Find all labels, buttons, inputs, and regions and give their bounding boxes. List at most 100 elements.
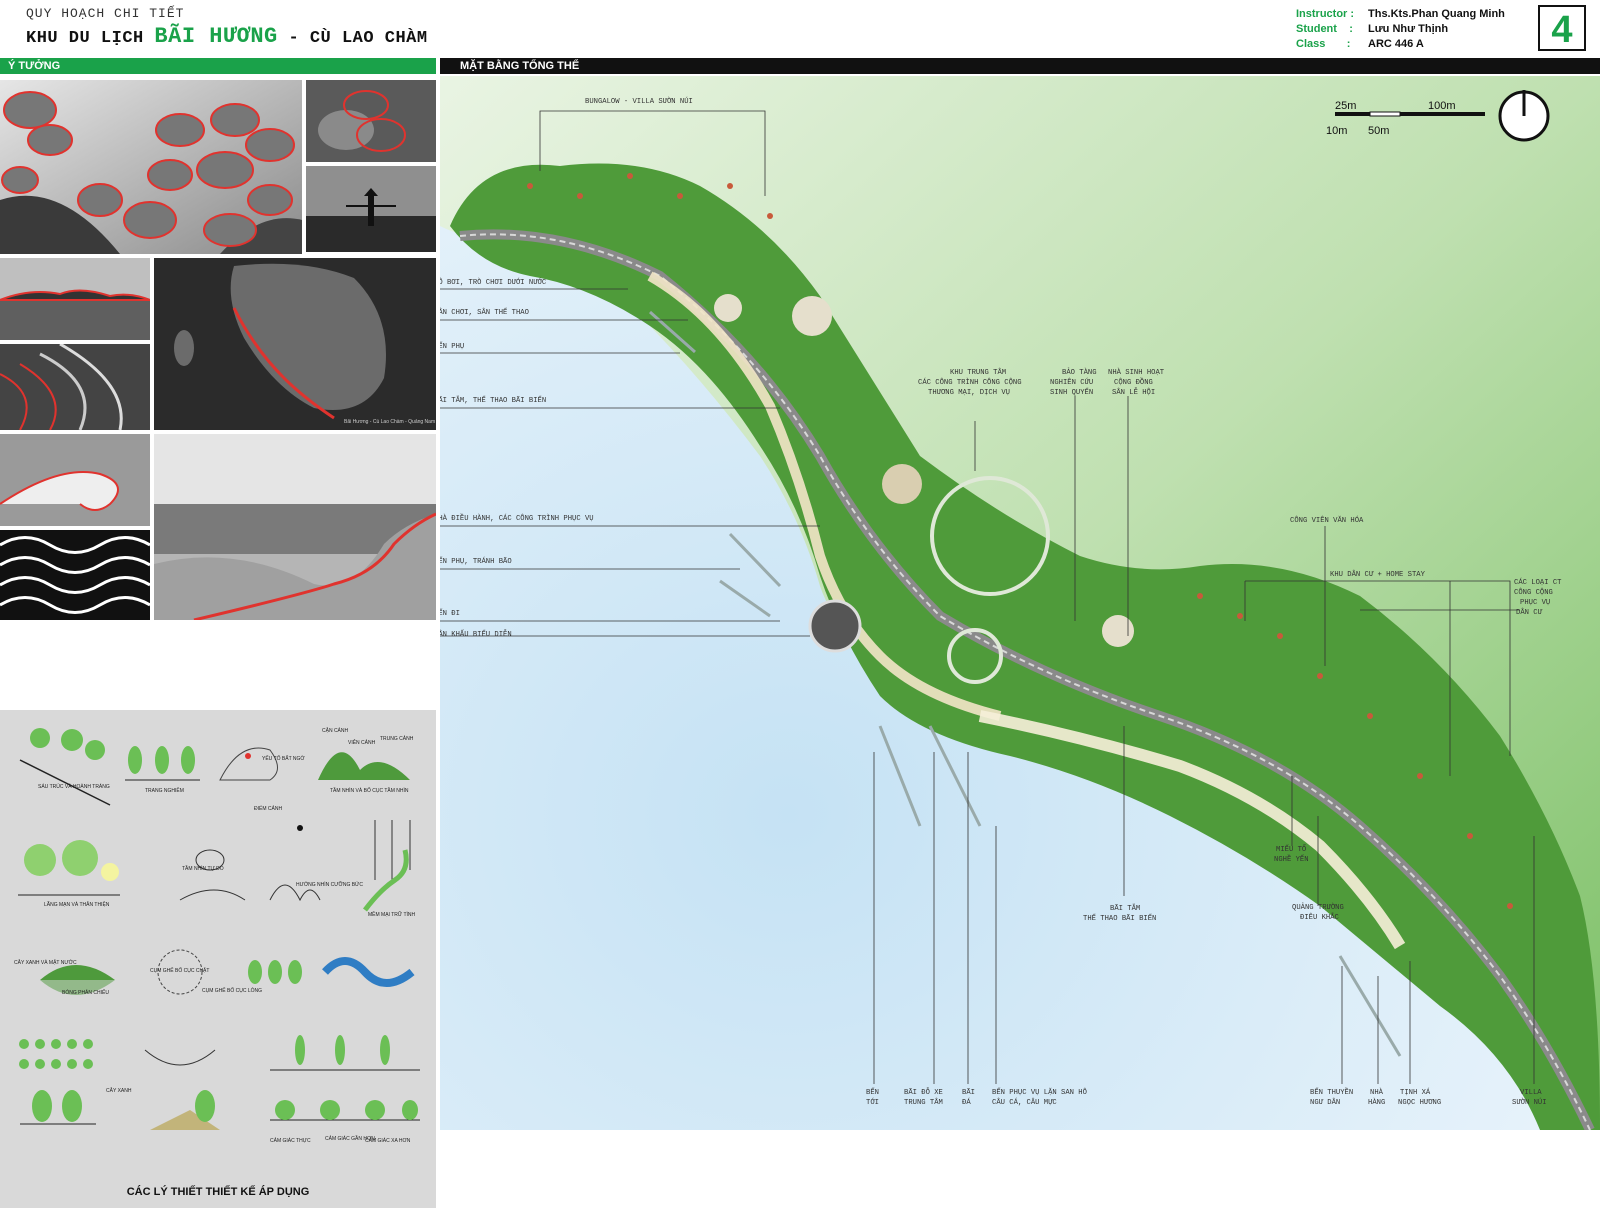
label-bo-cuc-tam-nhin: TẦM NHÌN VÀ BỐ CỤC TẦM NHÌN [330, 787, 409, 794]
label-lang-man: LÃNG MẠN VÀ THÂN THIỆN [44, 900, 110, 908]
design-principles-panel: SÁU TRÚC VÀ HOÀNH TRÁNG TRANG NGHIÊM YẾU… [0, 710, 436, 1208]
label-cay-xanh: CÂY XANH [106, 1087, 132, 1094]
label-thuong-mai: THƯƠNG MẠI, DỊCH VỤ [928, 389, 1010, 397]
performance-stage [808, 599, 862, 653]
sketch-sau-truc: SÁU TRÚC VÀ HOÀNH TRÁNG [19, 728, 111, 806]
sketch-huong-nhin: HƯỚNG NHÌN CƯỠNG BỨC [269, 825, 363, 902]
label-cac-loai-ct: CÁC LOẠI CT [1514, 578, 1562, 587]
sheet-kicker: QUY HOẠCH CHI TIẾT [26, 6, 185, 21]
label-bai-da-b: ĐÁ [962, 1098, 971, 1107]
label-bo-cuc-long: CỤM GHẾ BỐ CỤC LỎNG [202, 987, 262, 994]
sketch-tam-nhin-tu-do: TẦM NHÌN TỰ DO [179, 849, 246, 901]
basket-boats-photo [0, 80, 302, 254]
label-nha-hang-b: HÀNG [1368, 1098, 1385, 1107]
label-bai-do-xe-a: BÃI ĐỖ XE [904, 1087, 943, 1097]
label-cong-trinh-cong-cong: CÁC CÔNG TRÌNH CÔNG CỘNG [918, 377, 1022, 387]
island-aerial-map: Bãi Hương - Cù Lao Chàm - Quảng Nam [154, 258, 436, 430]
wave-pattern [0, 530, 150, 620]
label-san-le-hoi: SÂN LỄ HỘI [1112, 387, 1155, 397]
label-cam-giac-xa: CẢM GIÁC XA HƠN [365, 1137, 411, 1144]
label-sau-truc: SÁU TRÚC VÀ HOÀNH TRÁNG [38, 783, 110, 790]
map-caption: Bãi Hương - Cù Lao Chàm - Quảng Nam [344, 419, 435, 425]
label-cong-cong: CÔNG CỘNG [1514, 587, 1553, 597]
scale-10m: 10m [1326, 125, 1347, 137]
label-phuc-vu: PHỤC VỤ [1520, 599, 1550, 607]
label-san-choi: SÂN CHƠI, SÂN THỂ THAO [440, 307, 529, 317]
title-prefix: KHU DU LỊCH [26, 29, 155, 48]
label-bai-da-a: BÃI [962, 1088, 975, 1097]
sheet-header: QUY HOẠCH CHI TIẾT KHU DU LỊCH BÃI HƯƠNG… [0, 0, 1600, 58]
label-bai-tam-2: BÃI TẮM [1110, 903, 1140, 913]
sport-court-2 [792, 296, 832, 336]
fisherwoman-photo [306, 166, 436, 252]
masterplan-section-title: MẶT BẰNG TỔNG THỂ [440, 58, 1600, 74]
sketch-cam-giac: CẢM GIÁC THỰC CẢM GIÁC GẦN HƠN CẢM GIÁC … [144, 1035, 420, 1144]
label-ben-toi-b: TỚI [866, 1097, 879, 1107]
label-dan-cu: DÂN CƯ [1516, 608, 1543, 617]
label-diem-canh: ĐIỂM CẢNH [254, 805, 282, 812]
label-can-canh: CẬN CẢNH [322, 727, 349, 734]
scale-25m: 25m [1335, 100, 1356, 112]
label-quang-truong: QUẢNG TRƯỜNG [1292, 902, 1344, 912]
label-tinh-xa-a: TỊNH XÁ [1400, 1088, 1431, 1097]
label-nha-hang-a: NHÀ [1370, 1088, 1384, 1097]
label-villa-b: SƯỜN NÚI [1512, 1097, 1547, 1107]
label-cong-vien: CÔNG VIÊN VĂN HÓA [1290, 515, 1364, 525]
sketch-tam-nhin: CẬN CẢNH VIỄN CẢNH TRUNG CẢNH TẦM NHÌN V… [318, 727, 414, 794]
sketch-cum-ghe: CỤM GHẾ BỐ CỤC CHẶT CỤM GHẾ BỐ CỤC LỎNG [150, 949, 302, 995]
sketch-cay-xanh-mat-nuoc: CÂY XANH VÀ MẶT NƯỚC BÓNG PHẢN CHIẾU [14, 959, 115, 996]
label-bai-do-xe-b: TRUNG TÂM [904, 1098, 943, 1107]
sport-court-1 [714, 294, 742, 322]
label-cay-xanh-mat-nuoc: CÂY XANH VÀ MẶT NƯỚC [14, 959, 77, 966]
label-tinh-xa-b: NGỌC HƯƠNG [1398, 1099, 1441, 1107]
student-label: Student : [1296, 23, 1353, 35]
label-nha-sinh-hoat: NHÀ SINH HOẠT [1108, 368, 1165, 377]
label-mem-mai: MỀM MẠI TRỮ TÌNH [368, 911, 416, 918]
label-villa-a: VILLA [1520, 1089, 1542, 1097]
festival-square [1102, 615, 1134, 647]
label-ben-thuyen-b: NGƯ DÂN [1310, 1098, 1340, 1107]
label-dieu-khac: ĐIÊU KHẮC [1300, 912, 1340, 922]
label-bo-cuc-chat: CỤM GHẾ BỐ CỤC CHẶT [150, 967, 209, 974]
label-cam-giac-thuc: CẢM GIÁC THỰC [270, 1137, 311, 1144]
scale-100m: 100m [1428, 100, 1456, 112]
sheet-title: KHU DU LỊCH BÃI HƯƠNG - CÙ LAO CHÀM [26, 24, 428, 49]
sketch-trang-nghiem: TRANG NGHIÊM [125, 746, 200, 794]
label-ben-lan-b: CÂU CÁ, CÂU MỰC [992, 1098, 1057, 1107]
sketch-bat-ngo: YẾU TỐ BẤT NGỜ ĐIỂM CẢNH [219, 747, 305, 812]
sketch-mem-mai: MỀM MẠI TRỮ TÌNH [363, 820, 416, 918]
concept-caption: CÁC LÝ THIẾT THIẾT KẾ ÁP DỤNG [126, 1186, 310, 1198]
label-nha-dieu-hanh: NHÀ ĐIỀU HÀNH, CÁC CÔNG TRÌNH PHỤC VỤ [440, 513, 594, 523]
sheet-number: 4 [1538, 5, 1586, 51]
label-the-thao-bai-bien: THỂ THAO BÃI BIỂN [1083, 913, 1156, 923]
plaza-circle-1 [882, 464, 922, 504]
student-value: Lưu Như Thịnh [1368, 23, 1449, 35]
masterplan-map: 25m 100m 10m 50m BUNGALOW - VILLA SƯỜN N… [440, 76, 1600, 1130]
north-arrow-icon [1498, 90, 1550, 142]
label-bao-tang: BẢO TÀNG [1062, 367, 1097, 377]
island-silhouette-photo [0, 258, 150, 340]
credits-block: Instructor : Ths.Kts.Phan Quang Minh Stud… [1296, 7, 1505, 52]
label-bungalow: BUNGALOW - VILLA SƯỜN NÚI [585, 96, 693, 106]
label-bai-tam-1: BÃI TẮM, THỂ THAO BÃI BIỂN [440, 395, 546, 405]
label-sinh-quyen: SINH QUYỂN [1050, 387, 1093, 397]
rock-boats-photo [306, 80, 436, 162]
label-khu-trung-tam: KHU TRUNG TÂM [950, 368, 1006, 377]
sketch-water-path [322, 957, 415, 987]
concept-panel: Bãi Hương - Cù Lao Chàm - Quảng Nam SÁU … [0, 78, 436, 1208]
label-vien-canh: VIỄN CẢNH [348, 739, 376, 746]
label-khu-dan-cu: KHU DÂN CƯ + HOME STAY [1330, 570, 1426, 579]
sketch-cay-xanh: CÂY XANH [19, 1039, 132, 1125]
beach-photo [154, 434, 436, 620]
label-trang-nghiem: TRANG NGHIÊM [145, 786, 184, 794]
title-suffix: - CÙ LAO CHÀM [277, 29, 428, 48]
label-huong-nhin: HƯỚNG NHÌN CƯỠNG BỨC [296, 881, 363, 888]
sketch-lang-man: LÃNG MẠN VÀ THÂN THIỆN [18, 840, 120, 908]
scale-50m: 50m [1368, 125, 1389, 137]
label-trung-canh: TRUNG CẢNH [380, 735, 414, 742]
label-bong-phan-chieu: BÓNG PHẢN CHIẾU [62, 989, 109, 996]
label-yeu-to-bat-ngo: YẾU TỐ BẤT NGỜ [262, 755, 305, 762]
label-tam-nhin-tu-do: TẦM NHÌN TỰ DO [182, 865, 224, 872]
terraces-photo [0, 344, 150, 430]
class-value: ARC 446 A [1368, 38, 1424, 50]
